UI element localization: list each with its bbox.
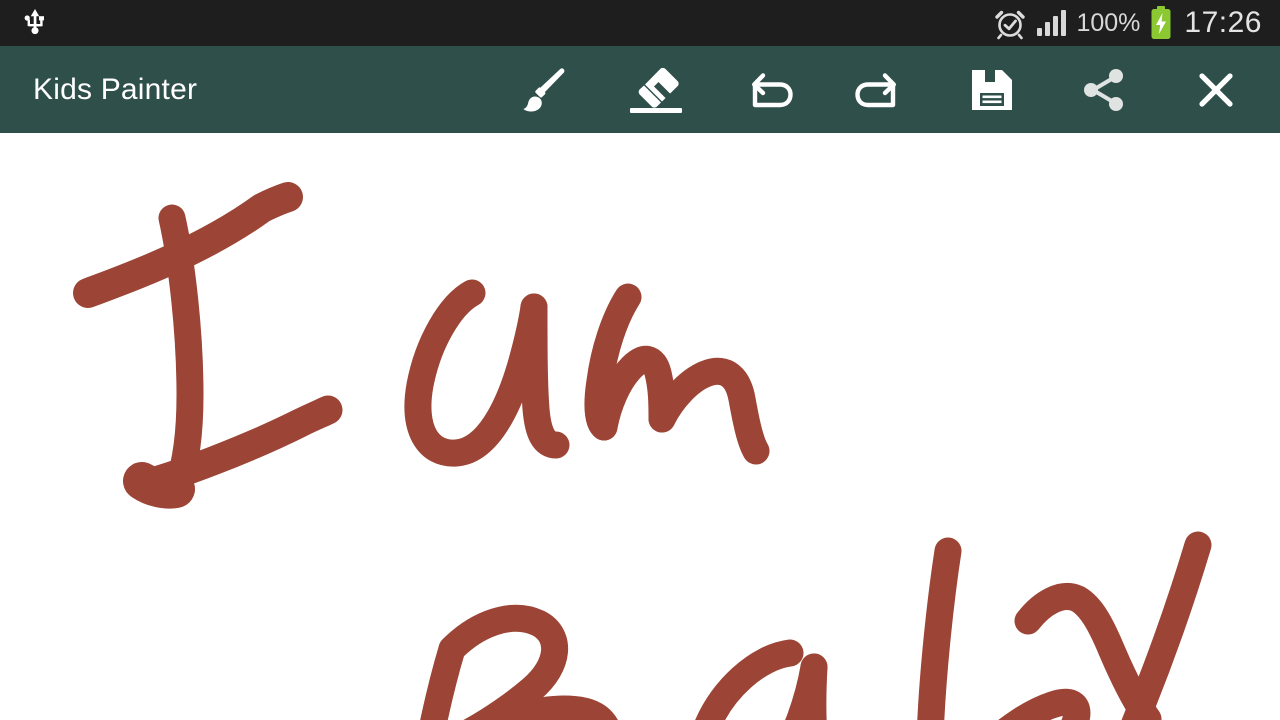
usb-icon — [22, 8, 48, 38]
redo-button[interactable] — [824, 46, 936, 133]
signal-bars-icon — [1037, 10, 1067, 36]
share-button[interactable] — [1048, 46, 1160, 133]
app-bar: Kids Painter — [0, 46, 1280, 133]
battery-charging-icon — [1150, 6, 1172, 40]
undo-arrow-icon — [740, 62, 796, 118]
redo-arrow-icon — [852, 62, 908, 118]
status-bar-clock: 17:26 — [1184, 6, 1262, 39]
save-button[interactable] — [936, 46, 1048, 133]
battery-percent-label: 100% — [1076, 8, 1141, 37]
undo-button[interactable] — [712, 46, 824, 133]
brush-tool-button[interactable] — [488, 46, 600, 133]
kids-painter-app: 100% 17:26 Kids Painter — [0, 0, 1280, 720]
eraser-tool-button[interactable] — [600, 46, 712, 133]
status-bar: 100% 17:26 — [0, 0, 1280, 46]
status-bar-right: 100% 17:26 — [993, 6, 1280, 40]
status-bar-left — [0, 8, 48, 38]
alarm-clock-icon — [993, 6, 1027, 40]
drawing-canvas[interactable] — [0, 133, 1280, 720]
toolbar — [488, 46, 1280, 133]
floppy-disk-icon — [966, 62, 1018, 118]
eraser-active-indicator — [630, 108, 682, 113]
close-x-icon — [1190, 62, 1242, 118]
share-nodes-icon — [1078, 62, 1130, 118]
paintbrush-icon — [516, 62, 572, 118]
page-title: Kids Painter — [33, 72, 198, 106]
close-button[interactable] — [1160, 46, 1272, 133]
handwriting-strokes — [73, 182, 1212, 720]
